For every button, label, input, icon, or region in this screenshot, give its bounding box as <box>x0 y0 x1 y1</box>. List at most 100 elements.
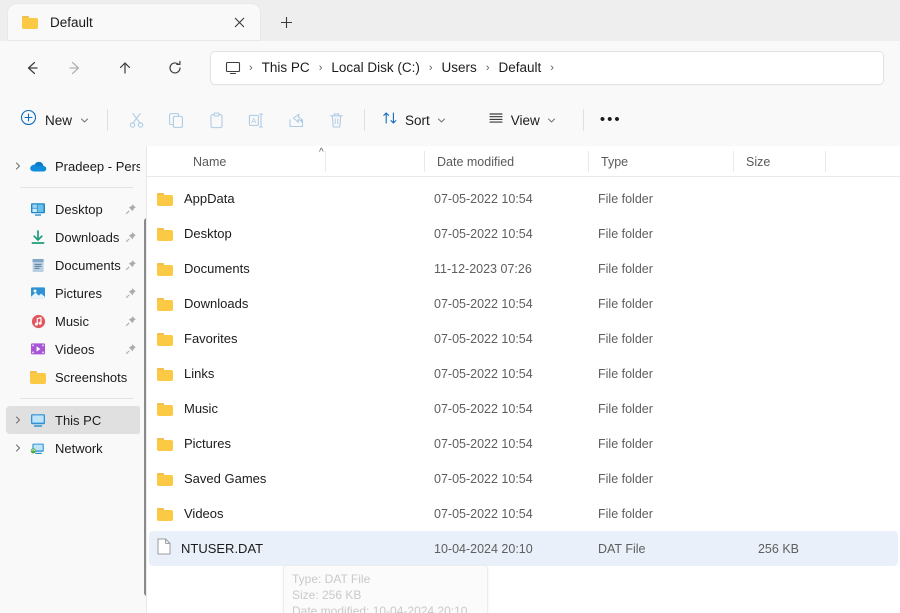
column-divider[interactable] <box>825 151 826 172</box>
column-header-size[interactable]: Size <box>746 155 770 169</box>
file-type: File folder <box>598 506 653 521</box>
table-row[interactable]: Pictures 07-05-2022 10:54 File folder <box>149 426 898 461</box>
rename-button[interactable]: A <box>236 104 276 136</box>
breadcrumb-local-disk[interactable]: Local Disk (C:) <box>324 56 427 79</box>
sidebar-item-this-pc[interactable]: This PC <box>6 406 141 434</box>
column-header-date-modified[interactable]: Date modified <box>437 155 514 169</box>
breadcrumb-users[interactable]: Users <box>435 56 484 79</box>
copy-button[interactable] <box>156 104 196 136</box>
file-name: NTUSER.DAT <box>181 541 264 556</box>
table-row[interactable]: Desktop 07-05-2022 10:54 File folder <box>149 216 898 251</box>
sidebar-item-screenshots[interactable]: Screenshots <box>6 363 141 391</box>
file-rows-container: AppData 07-05-2022 10:54 File folder Des… <box>147 177 900 566</box>
sidebar-item-onedrive[interactable]: Pradeep - Person <box>6 152 141 180</box>
sidebar-item-downloads[interactable]: Downloads <box>6 223 141 251</box>
folder-icon <box>157 262 174 276</box>
chevron-right-icon[interactable] <box>8 162 28 170</box>
file-name: AppData <box>184 191 235 206</box>
sort-button[interactable]: Sort <box>373 104 455 136</box>
table-row[interactable]: Favorites 07-05-2022 10:54 File folder <box>149 321 898 356</box>
table-row[interactable]: Music 07-05-2022 10:54 File folder <box>149 391 898 426</box>
tab-label: Default <box>50 14 93 30</box>
breadcrumb-default[interactable]: Default <box>491 56 548 79</box>
new-tab-button[interactable] <box>270 7 302 37</box>
chevron-down-icon <box>437 116 446 125</box>
address-bar[interactable]: › This PC › Local Disk (C:) › Users › De… <box>210 50 884 85</box>
table-row[interactable]: Saved Games 07-05-2022 10:54 File folder <box>149 461 898 496</box>
file-type: File folder <box>598 191 653 206</box>
pin-icon[interactable] <box>125 230 137 248</box>
column-header-type[interactable]: Type <box>601 155 628 169</box>
up-button[interactable] <box>108 51 142 85</box>
refresh-button[interactable] <box>158 51 192 85</box>
sidebar-item-documents[interactable]: Documents <box>6 251 141 279</box>
cut-button[interactable] <box>116 104 156 136</box>
breadcrumb-this-pc[interactable]: This PC <box>255 56 317 79</box>
file-name-cell: AppData <box>157 191 235 206</box>
sidebar-divider <box>20 398 133 399</box>
table-row[interactable]: AppData 07-05-2022 10:54 File folder <box>149 181 898 216</box>
toolbar-divider <box>364 109 366 131</box>
file-name: Documents <box>184 261 250 276</box>
folder-icon <box>157 297 174 311</box>
file-name-cell: Favorites <box>157 331 237 346</box>
delete-button[interactable] <box>316 104 356 136</box>
pin-icon[interactable] <box>125 202 137 220</box>
column-divider[interactable] <box>733 151 734 172</box>
back-button[interactable] <box>15 51 49 85</box>
paste-button[interactable] <box>196 104 236 136</box>
pin-icon[interactable] <box>125 314 137 332</box>
forward-button[interactable] <box>58 51 92 85</box>
sort-button-label: Sort <box>405 112 430 128</box>
file-date: 07-05-2022 10:54 <box>434 366 533 381</box>
explorer-body: Pradeep - Person Desktop Downloads <box>0 146 900 613</box>
table-row[interactable]: Documents 11-12-2023 07:26 File folder <box>149 251 898 286</box>
pin-icon[interactable] <box>125 286 137 304</box>
sidebar-item-desktop[interactable]: Desktop <box>6 195 141 223</box>
folder-icon <box>157 507 174 521</box>
sidebar-item-label: Pictures <box>55 285 102 301</box>
network-icon <box>28 441 48 455</box>
this-pc-icon[interactable] <box>221 60 247 76</box>
see-more-button[interactable]: ••• <box>592 104 630 136</box>
new-button[interactable]: New <box>12 104 99 136</box>
file-name: Saved Games <box>184 471 267 486</box>
table-row[interactable]: NTUSER.DAT 10-04-2024 20:10 DAT File 256… <box>149 531 898 566</box>
file-explorer-window: Default › This PC › Local Disk (C:) › Us… <box>0 0 900 613</box>
view-button[interactable]: View <box>479 104 565 136</box>
chevron-right-icon[interactable] <box>8 416 28 424</box>
file-name: Music <box>184 401 218 416</box>
folder-icon <box>28 370 48 384</box>
folder-icon <box>157 367 174 381</box>
column-header-name[interactable]: Name <box>193 155 226 169</box>
pin-icon[interactable] <box>125 342 137 360</box>
column-divider[interactable] <box>588 151 589 172</box>
table-row[interactable]: Downloads 07-05-2022 10:54 File folder <box>149 286 898 321</box>
file-name-cell: NTUSER.DAT <box>157 538 263 560</box>
file-date: 10-04-2024 20:10 <box>434 541 533 556</box>
tab-default[interactable]: Default <box>8 4 260 40</box>
sidebar-item-label: Network <box>55 440 103 456</box>
file-date: 11-12-2023 07:26 <box>434 261 532 276</box>
share-button[interactable] <box>276 104 316 136</box>
close-icon[interactable] <box>226 9 252 35</box>
folder-icon <box>157 332 174 346</box>
sidebar-item-music[interactable]: Music <box>6 307 141 335</box>
pin-icon[interactable] <box>125 258 137 276</box>
file-name-cell: Documents <box>157 261 250 276</box>
column-divider[interactable] <box>424 151 425 172</box>
chevron-right-icon[interactable] <box>8 444 28 452</box>
table-row[interactable]: Videos 07-05-2022 10:54 File folder <box>149 496 898 531</box>
breadcrumb-separator: › <box>249 61 253 74</box>
file-name-cell: Links <box>157 366 214 381</box>
sidebar-item-videos[interactable]: Videos <box>6 335 141 363</box>
sidebar-item-network[interactable]: Network <box>6 434 141 462</box>
file-name: Desktop <box>184 226 232 241</box>
sidebar-item-label: Documents <box>55 257 121 273</box>
sidebar-item-pictures[interactable]: Pictures <box>6 279 141 307</box>
sort-arrows-icon <box>382 110 398 131</box>
column-divider[interactable] <box>325 151 326 172</box>
file-list-pane: Name ^ Date modified Type Size AppData 0… <box>147 146 900 613</box>
table-row[interactable]: Links 07-05-2022 10:54 File folder <box>149 356 898 391</box>
folder-icon <box>157 192 174 206</box>
